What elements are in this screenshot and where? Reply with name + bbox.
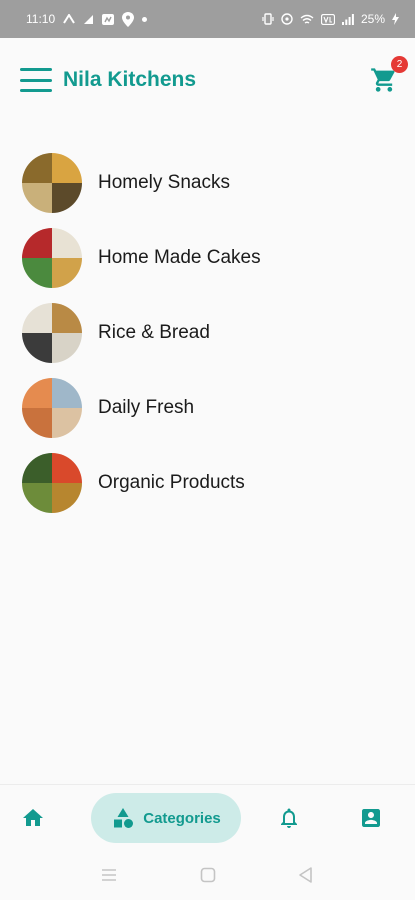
nav-categories-label: Categories	[143, 809, 221, 827]
status-time: 11:10	[26, 12, 56, 26]
menu-line	[20, 78, 52, 82]
battery-percent: 25%	[360, 12, 385, 26]
menu-button[interactable]	[20, 68, 52, 92]
app-notification-icon	[102, 13, 115, 25]
nav-home[interactable]	[16, 798, 50, 838]
home-square-icon	[200, 867, 216, 883]
category-thumbnail	[22, 302, 82, 363]
category-label: Home Made Cakes	[98, 246, 261, 268]
home-system-button[interactable]	[199, 866, 217, 889]
app-title: Nila Kitchens	[63, 68, 197, 91]
categories-icon	[114, 808, 134, 828]
category-item-daily-fresh[interactable]: Daily Fresh	[0, 370, 415, 445]
back-button[interactable]	[297, 866, 315, 889]
home-icon	[23, 809, 43, 826]
category-thumbnail	[22, 152, 82, 213]
cell-signal-icon	[341, 13, 354, 25]
network-speed-icon	[63, 14, 75, 24]
wifi-icon	[300, 14, 314, 25]
status-bar: 11:10 25%	[0, 0, 415, 38]
category-item-home-made-cakes[interactable]: Home Made Cakes	[0, 220, 415, 295]
category-item-organic-products[interactable]: Organic Products	[0, 445, 415, 520]
signal-icon	[83, 14, 94, 25]
bell-icon	[281, 808, 297, 828]
cart-count-badge: 2	[391, 56, 408, 73]
category-thumbnail	[22, 452, 82, 513]
category-label: Daily Fresh	[98, 396, 195, 418]
recents-icon	[102, 869, 116, 881]
category-thumbnail	[22, 377, 82, 438]
charging-icon	[392, 13, 399, 25]
system-nav-bar	[0, 852, 415, 900]
category-thumbnail	[22, 227, 82, 288]
nav-categories[interactable]: Categories	[91, 793, 241, 843]
volte-icon	[320, 13, 335, 25]
hotspot-icon	[281, 13, 293, 25]
category-list: Homely Snacks Home Made Cakes Rice & Bre…	[0, 145, 415, 520]
category-label: Organic Products	[98, 471, 245, 493]
back-triangle-icon	[299, 867, 312, 883]
app-bar: Nila Kitchens 2	[0, 38, 415, 122]
category-item-rice-bread[interactable]: Rice & Bread	[0, 295, 415, 370]
menu-line	[20, 68, 52, 71]
recent-apps-button[interactable]	[100, 866, 118, 889]
location-icon	[122, 11, 135, 27]
bottom-nav: Categories	[0, 784, 415, 852]
category-label: Rice & Bread	[98, 321, 210, 343]
menu-line	[20, 89, 52, 92]
nav-profile[interactable]	[354, 798, 388, 838]
nav-notifications[interactable]	[272, 798, 306, 838]
category-label: Homely Snacks	[98, 171, 230, 193]
account-box-icon	[362, 809, 380, 827]
vibrate-icon	[262, 13, 274, 25]
category-item-homely-snacks[interactable]: Homely Snacks	[0, 145, 415, 220]
dot-icon	[142, 16, 148, 22]
